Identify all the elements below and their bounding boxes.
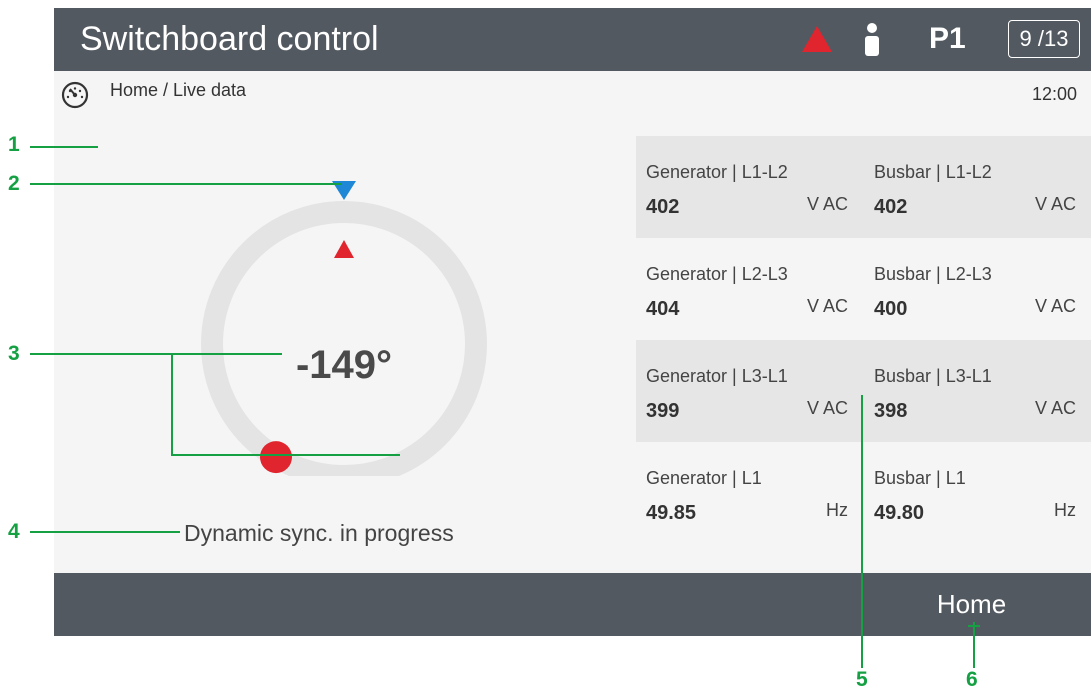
measurement-cell: Generator | L1-L2 402 V AC — [636, 136, 862, 238]
reference-marker — [332, 181, 356, 200]
measurement-value: 398 — [874, 400, 908, 422]
callout-1: 1 — [8, 133, 20, 156]
target-marker — [334, 240, 354, 258]
measurement-unit: Hz — [1054, 500, 1076, 520]
warning-triangle-icon[interactable] — [800, 24, 834, 54]
home-button[interactable]: Home — [894, 573, 1049, 636]
measurement-label: Busbar | L1 — [874, 468, 966, 488]
phase-indicator — [260, 441, 292, 474]
phase-angle-readout: -149° — [295, 343, 393, 387]
measurement-cell: Generator | L1 49.85 Hz — [636, 442, 862, 544]
measurement-value: 49.80 — [874, 502, 925, 524]
measurement-unit: V AC — [806, 296, 848, 316]
sync-status: Dynamic sync. in progress — [184, 520, 454, 546]
measurement-unit: V AC — [806, 194, 848, 214]
synchroscope — [201, 181, 487, 476]
measurement-unit: V AC — [1034, 296, 1076, 316]
measurement-value: 404 — [646, 298, 680, 320]
callout-2: 2 — [8, 172, 20, 195]
measurement-label: Generator | L2-L3 — [646, 264, 788, 284]
header-bar: Switchboard control P1 9 /13 — [54, 8, 1091, 71]
measurement-label: Busbar | L1-L2 — [874, 162, 992, 182]
table-row: Generator | L3-L1 399 V AC Busbar | L3-L… — [636, 340, 1091, 442]
callout-4: 4 — [8, 520, 20, 543]
measurement-value: 399 — [646, 400, 680, 422]
gauge-icon — [61, 81, 89, 109]
measurement-label: Generator | L1-L2 — [646, 162, 788, 182]
measurement-value: 402 — [874, 196, 908, 218]
page-counter: 9 /13 — [1008, 20, 1080, 58]
callout-3: 3 — [8, 342, 20, 365]
measurement-label: Generator | L3-L1 — [646, 366, 788, 386]
measurement-cell: Busbar | L2-L3 400 V AC — [864, 238, 1090, 340]
measurement-label: Busbar | L3-L1 — [874, 366, 992, 386]
clock: 12:00 — [1031, 84, 1077, 104]
measurement-cell: Generator | L3-L1 399 V AC — [636, 340, 862, 442]
footer-bar: Home — [54, 573, 1091, 636]
measurement-cell: Busbar | L1-L2 402 V AC — [864, 136, 1090, 238]
measurement-unit: V AC — [1034, 398, 1076, 418]
measurement-cell: Generator | L2-L3 404 V AC — [636, 238, 862, 340]
measurement-unit: V AC — [806, 398, 848, 418]
measurement-unit: V AC — [1034, 194, 1076, 214]
callout-5: 5 — [856, 668, 868, 691]
measurement-value: 400 — [874, 298, 908, 320]
breadcrumb[interactable]: Home / Live data — [110, 80, 246, 101]
table-row: Generator | L1-L2 402 V AC Busbar | L1-L… — [636, 136, 1091, 238]
measurement-value: 402 — [646, 196, 680, 218]
measurement-cell: Busbar | L1 49.80 Hz — [864, 442, 1090, 544]
table-row: Generator | L2-L3 404 V AC Busbar | L2-L… — [636, 238, 1091, 340]
callout-6: 6 — [966, 668, 978, 691]
measurement-label: Generator | L1 — [646, 468, 762, 488]
user-icon[interactable] — [862, 22, 882, 58]
measurement-value: 49.85 — [646, 502, 697, 524]
measurement-cell: Busbar | L3-L1 398 V AC — [864, 340, 1090, 442]
measurement-label: Busbar | L2-L3 — [874, 264, 992, 284]
measurement-unit: Hz — [826, 500, 848, 520]
measurement-table: Generator | L1-L2 402 V AC Busbar | L1-L… — [636, 136, 1091, 544]
display-screen: Switchboard control P1 9 /13 Home / Live… — [54, 8, 1091, 636]
page-title: Switchboard control — [80, 20, 379, 58]
page-code: P1 — [929, 22, 966, 55]
table-row: Generator | L1 49.85 Hz Busbar | L1 49.8… — [636, 442, 1091, 544]
